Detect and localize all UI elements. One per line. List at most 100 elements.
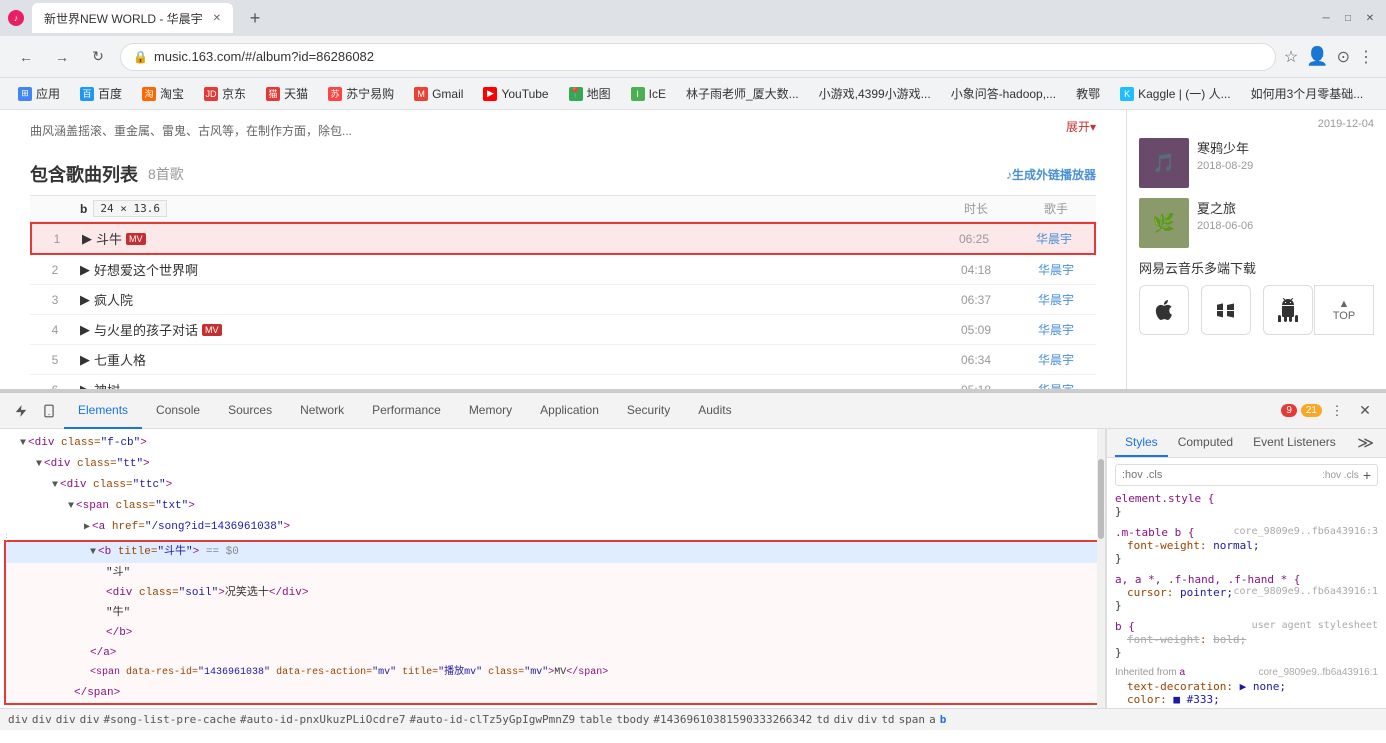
tab-security[interactable]: Security — [613, 393, 684, 429]
breadcrumb-item[interactable]: #14369610381590333266342 — [653, 713, 812, 726]
play-icon[interactable]: ▶ — [80, 352, 90, 368]
windows-download-icon[interactable] — [1201, 285, 1251, 335]
html-line[interactable]: </a> — [6, 643, 1099, 663]
song-artist[interactable]: 华晨宇 — [1016, 321, 1096, 338]
html-line[interactable]: ▼<span class="txt"> — [0, 496, 1105, 517]
bookmark-baidu[interactable]: 百 百度 — [72, 82, 130, 105]
bookmark-tianmao[interactable]: 猫 天猫 — [258, 82, 316, 105]
album-title[interactable]: 寒鸦少年 — [1197, 138, 1374, 157]
device-toolbar-button[interactable] — [36, 398, 62, 424]
top-button[interactable]: ▲ TOP — [1314, 285, 1374, 335]
breadcrumb-item[interactable]: div — [8, 713, 28, 726]
devtools-close-button[interactable]: ✕ — [1352, 398, 1378, 424]
collapse-icon[interactable]: ▼ — [36, 459, 42, 470]
tab-application[interactable]: Application — [526, 393, 613, 429]
bookmark-games[interactable]: 小游戏,4399小游戏... — [811, 82, 939, 105]
album-thumbnail[interactable]: 🎵 — [1139, 138, 1189, 188]
bookmark-button[interactable]: ☆ — [1284, 47, 1298, 67]
breadcrumb-item[interactable]: #auto-id-clTz5yGpIgwPmnZ9 — [410, 713, 576, 726]
html-line[interactable]: </b> — [6, 623, 1099, 643]
inspect-element-button[interactable] — [8, 398, 34, 424]
tab-memory[interactable]: Memory — [455, 393, 526, 429]
breadcrumb-item[interactable]: a — [929, 713, 936, 726]
html-line[interactable]: "牛" — [6, 603, 1099, 623]
html-line[interactable]: </span> — [6, 683, 1099, 703]
song-artist[interactable]: 华晨宇 — [1016, 351, 1096, 368]
play-icon[interactable]: ▶ — [80, 262, 90, 278]
breadcrumb-item[interactable]: td — [816, 713, 829, 726]
tab-close-btn[interactable]: ✕ — [213, 13, 221, 24]
bookmark-linziyu[interactable]: 林子雨老师_厦大数... — [678, 82, 807, 105]
tab-styles[interactable]: Styles — [1115, 429, 1168, 457]
html-line[interactable]: <div class="soil">况笑选十</div> — [6, 583, 1099, 603]
gen-link-button[interactable]: ♪生成外链播放器 — [1006, 166, 1096, 183]
bookmark-jd[interactable]: JD 京东 — [196, 82, 254, 105]
breadcrumb-item[interactable]: div — [857, 713, 877, 726]
bookmark-suning[interactable]: 苏 苏宁易购 — [320, 82, 402, 105]
html-line[interactable]: "斗" — [6, 563, 1099, 583]
breadcrumb-item[interactable]: div — [56, 713, 76, 726]
html-line-selected[interactable]: ▼<b title="斗牛"> == $0 — [6, 542, 1099, 563]
bookmark-taobao[interactable]: 淘 淘宝 — [134, 82, 192, 105]
song-artist[interactable]: 华晨宇 — [1014, 230, 1094, 247]
bookmark-jiaoe[interactable]: 教鄂 — [1068, 82, 1108, 105]
play-icon[interactable]: ▶ — [82, 231, 92, 247]
breadcrumb-item[interactable]: #song-list-pre-cache — [104, 713, 236, 726]
song-row[interactable]: 4 ▶ 与火星的孩子对话 MV 05:09 华晨宇 — [30, 315, 1096, 345]
tab-elements[interactable]: Elements — [64, 393, 142, 429]
new-tab-button[interactable]: + — [241, 4, 269, 32]
tab-performance[interactable]: Performance — [358, 393, 455, 429]
song-row[interactable]: 3 ▶ 疯人院 06:37 华晨宇 — [30, 285, 1096, 315]
styles-settings-button[interactable]: ≫ — [1353, 429, 1378, 457]
html-line[interactable]: ▶<a href="/song?id=1436961038"> — [0, 517, 1105, 538]
collapse-icon[interactable]: ▼ — [68, 501, 74, 512]
bookmark-apps[interactable]: ⊞ 应用 — [10, 82, 68, 105]
tab-console[interactable]: Console — [142, 393, 214, 429]
html-line[interactable]: ▼<div class="tt"> — [0, 454, 1105, 475]
song-artist[interactable]: 华晨宇 — [1016, 261, 1096, 278]
bookmark-ice[interactable]: I IcE — [623, 84, 674, 104]
elements-scrollbar[interactable] — [1097, 429, 1105, 708]
styles-filter-input[interactable] — [1122, 469, 1318, 481]
tab-event-listeners[interactable]: Event Listeners — [1243, 429, 1346, 457]
html-line[interactable]: ▼<div class="ttc"> — [0, 475, 1105, 496]
close-button[interactable]: ✕ — [1362, 10, 1378, 26]
minimize-button[interactable]: ─ — [1318, 10, 1334, 26]
active-tab[interactable]: 新世界NEW WORLD - 华晨宇 ✕ — [32, 3, 233, 33]
collapse-icon[interactable]: ▼ — [90, 547, 96, 558]
devtools-more-button[interactable]: ⋮ — [1324, 398, 1350, 424]
bookmark-howto[interactable]: 如何用3个月零基础... — [1243, 82, 1372, 105]
breadcrumb-item[interactable]: span — [899, 713, 926, 726]
tab-network[interactable]: Network — [286, 393, 358, 429]
breadcrumb-item[interactable]: div — [80, 713, 100, 726]
html-line[interactable]: </div> — [0, 707, 1105, 708]
breadcrumb-item[interactable]: tbody — [616, 713, 649, 726]
ios-download-icon[interactable] — [1139, 285, 1189, 335]
android-download-icon[interactable] — [1263, 285, 1313, 335]
breadcrumb-item[interactable]: #auto-id-pnxUkuzPLiOcdre7 — [240, 713, 406, 726]
extensions-button[interactable]: ⊙ — [1337, 47, 1350, 67]
song-artist[interactable]: 华晨宇 — [1016, 291, 1096, 308]
bookmark-youtube[interactable]: ▶ YouTube — [475, 84, 556, 104]
tab-sources[interactable]: Sources — [214, 393, 286, 429]
profile-button[interactable]: 👤 — [1306, 46, 1328, 67]
back-button[interactable]: ← — [12, 43, 40, 71]
bookmark-gmail[interactable]: M Gmail — [406, 84, 471, 104]
collapse-icon[interactable]: ▼ — [20, 438, 26, 449]
scroll-thumb[interactable] — [1098, 459, 1104, 539]
song-row[interactable]: 6 ▶ 神树 05:18 华晨宇 — [30, 375, 1096, 389]
breadcrumb-item[interactable]: table — [579, 713, 612, 726]
html-line[interactable]: <span data-res-id="1436961038" data-res-… — [6, 663, 1099, 683]
tab-computed[interactable]: Computed — [1168, 429, 1243, 457]
breadcrumb-item[interactable]: td — [881, 713, 894, 726]
filter-add-button[interactable]: + — [1363, 467, 1371, 483]
collapse-icon[interactable]: ▼ — [52, 480, 58, 491]
bookmark-kaggle[interactable]: K Kaggle | (一) 人... — [1112, 82, 1238, 105]
play-icon[interactable]: ▶ — [80, 382, 90, 389]
maximize-button[interactable]: □ — [1340, 10, 1356, 26]
play-icon[interactable]: ▶ — [80, 292, 90, 308]
expand-button[interactable]: 展开▾ — [1066, 118, 1096, 135]
url-bar[interactable]: 🔒 music.163.com/#/album?id=86286082 — [120, 43, 1276, 71]
breadcrumb-item[interactable]: div — [32, 713, 52, 726]
play-icon[interactable]: ▶ — [80, 322, 90, 338]
